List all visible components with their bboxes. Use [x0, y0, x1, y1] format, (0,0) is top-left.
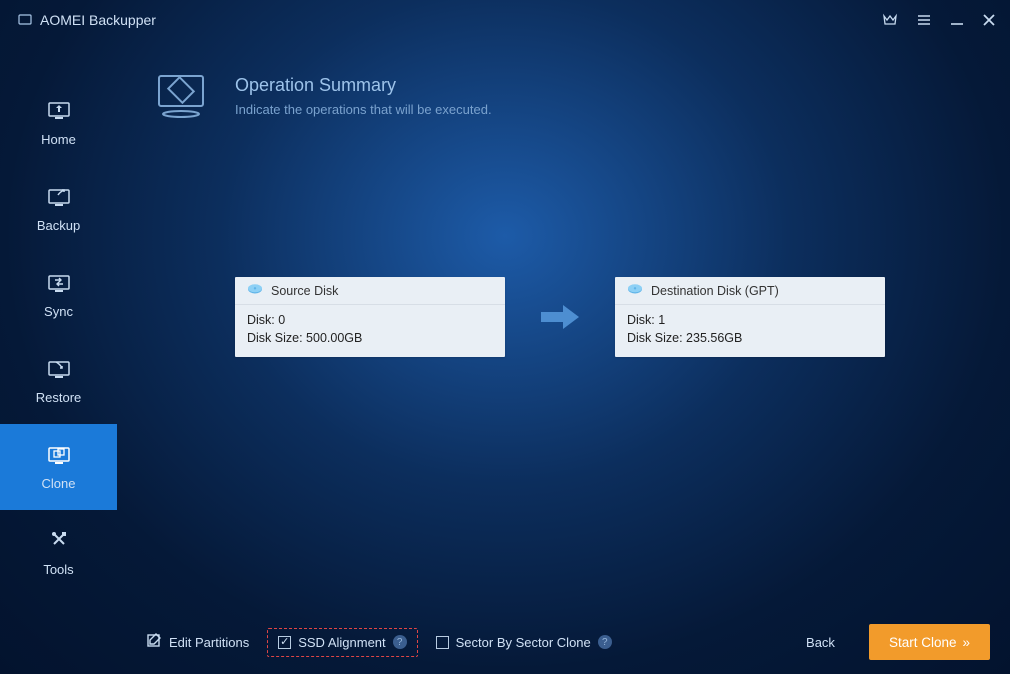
sector-clone-option[interactable]: Sector By Sector Clone ? — [436, 635, 612, 650]
close-icon[interactable] — [982, 13, 996, 27]
titlebar-right — [882, 13, 996, 27]
source-disk-line2: Disk Size: 500.00GB — [247, 330, 493, 348]
source-disk-body: Disk: 0 Disk Size: 500.00GB — [235, 305, 505, 357]
sidebar-item-restore[interactable]: Restore — [0, 338, 117, 424]
ssd-alignment-label: SSD Alignment — [298, 635, 385, 650]
summary-icon — [151, 70, 211, 122]
sync-icon — [46, 272, 72, 294]
help-icon[interactable]: ? — [598, 635, 612, 649]
tools-icon — [46, 530, 72, 552]
clone-icon — [46, 444, 72, 466]
home-icon — [46, 100, 72, 122]
titlebar: AOMEI Backupper — [0, 0, 1010, 40]
source-disk-title: Source Disk — [271, 284, 338, 298]
back-button[interactable]: Back — [790, 635, 851, 650]
sidebar-item-sync[interactable]: Sync — [0, 252, 117, 338]
destination-disk-line2: Disk Size: 235.56GB — [627, 330, 873, 348]
destination-disk-header: Destination Disk (GPT) — [615, 277, 885, 305]
app-title: AOMEI Backupper — [40, 12, 156, 28]
main-panel: Operation Summary Indicate the operation… — [117, 40, 1010, 674]
destination-disk-card[interactable]: Destination Disk (GPT) Disk: 1 Disk Size… — [615, 277, 885, 357]
header-text: Operation Summary Indicate the operation… — [235, 75, 492, 117]
edit-partitions-label: Edit Partitions — [169, 635, 249, 650]
ssd-alignment-option[interactable]: SSD Alignment ? — [267, 628, 417, 657]
source-disk-header: Source Disk — [235, 277, 505, 305]
destination-disk-body: Disk: 1 Disk Size: 235.56GB — [615, 305, 885, 357]
app-window: AOMEI Backupper Home — [0, 0, 1010, 674]
sidebar-item-label: Restore — [36, 390, 82, 405]
page-header: Operation Summary Indicate the operation… — [151, 70, 492, 122]
edit-icon — [147, 633, 162, 651]
sidebar-item-label: Tools — [43, 562, 73, 577]
ssd-alignment-checkbox[interactable] — [278, 636, 291, 649]
disk-icon — [627, 283, 643, 298]
body: Home Backup Sync Restore — [0, 40, 1010, 674]
sidebar-item-backup[interactable]: Backup — [0, 166, 117, 252]
app-logo-icon — [18, 13, 32, 27]
footer-options: Edit Partitions SSD Alignment ? Sector B… — [147, 628, 612, 657]
crown-icon[interactable] — [882, 13, 898, 27]
sidebar: Home Backup Sync Restore — [0, 40, 117, 674]
page-title: Operation Summary — [235, 75, 492, 96]
minimize-icon[interactable] — [950, 13, 964, 27]
back-label: Back — [806, 635, 835, 650]
sidebar-item-tools[interactable]: Tools — [0, 510, 117, 596]
sector-clone-checkbox[interactable] — [436, 636, 449, 649]
sidebar-item-label: Clone — [42, 476, 76, 491]
destination-disk-title: Destination Disk (GPT) — [651, 284, 779, 298]
edit-partitions-option[interactable]: Edit Partitions — [147, 633, 249, 651]
help-icon[interactable]: ? — [393, 635, 407, 649]
source-disk-line1: Disk: 0 — [247, 312, 493, 330]
backup-icon — [46, 186, 72, 208]
titlebar-left: AOMEI Backupper — [18, 12, 156, 28]
menu-icon[interactable] — [916, 13, 932, 27]
start-clone-button[interactable]: Start Clone » — [869, 624, 990, 660]
start-label: Start Clone — [889, 635, 957, 650]
disk-icon — [247, 283, 263, 298]
restore-icon — [46, 358, 72, 380]
sidebar-item-label: Backup — [37, 218, 80, 233]
sidebar-item-home[interactable]: Home — [0, 80, 117, 166]
sidebar-item-label: Sync — [44, 304, 73, 319]
source-disk-card[interactable]: Source Disk Disk: 0 Disk Size: 500.00GB — [235, 277, 505, 357]
arrow-icon — [535, 300, 585, 334]
sidebar-item-clone[interactable]: Clone — [0, 424, 117, 510]
footer-bar: Edit Partitions SSD Alignment ? Sector B… — [117, 610, 1010, 674]
sector-clone-label: Sector By Sector Clone — [456, 635, 591, 650]
chevron-right-icon: » — [962, 635, 970, 650]
disk-row: Source Disk Disk: 0 Disk Size: 500.00GB — [235, 277, 885, 357]
sidebar-item-label: Home — [41, 132, 76, 147]
page-subtitle: Indicate the operations that will be exe… — [235, 102, 492, 117]
destination-disk-line1: Disk: 1 — [627, 312, 873, 330]
